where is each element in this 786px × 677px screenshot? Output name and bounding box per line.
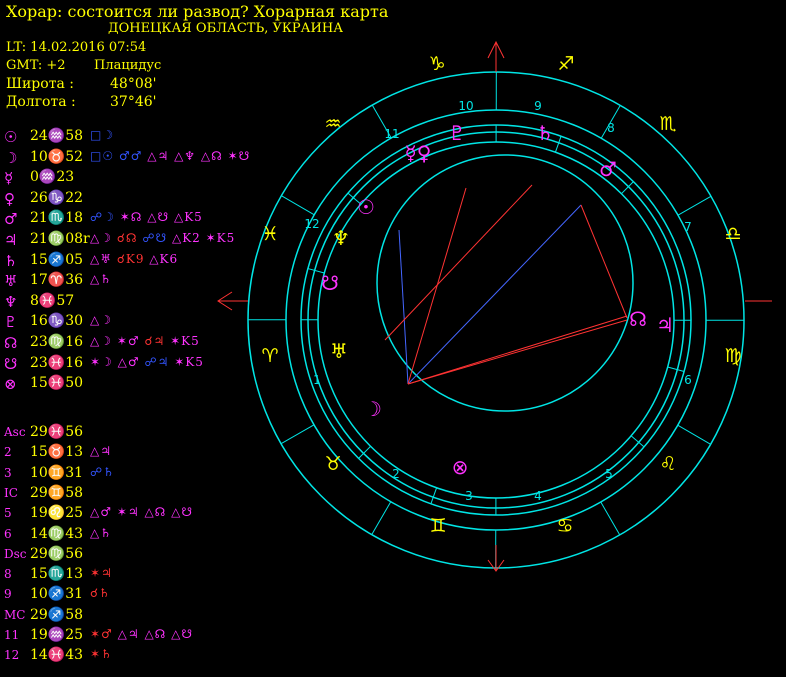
house-number: 3 bbox=[465, 489, 473, 503]
horary-chart-wheel: ♈♉♊ ♋♌♍♎♏♐♑♒♓ 123 456789101112 ☉♆☋♅☽⊗☊ ♃♂♄♇… bbox=[217, 40, 772, 572]
sign-glyph: ♌ bbox=[659, 453, 676, 475]
sign-boundary bbox=[677, 424, 711, 445]
sign-boundary bbox=[281, 195, 315, 216]
house-cusp-tick bbox=[430, 487, 438, 504]
sign-glyph: ♋ bbox=[556, 515, 573, 537]
sign-glyph: ♎ bbox=[724, 223, 741, 245]
sign-glyph: ♍ bbox=[724, 345, 741, 367]
house-cusp-tick bbox=[667, 366, 685, 372]
house-number: 5 bbox=[605, 467, 613, 481]
aspect-line-red-3 bbox=[580, 204, 628, 319]
sign-glyph: ♑ bbox=[428, 53, 445, 75]
sign-boundary bbox=[280, 424, 315, 445]
mars-glyph: ♂ bbox=[599, 157, 617, 181]
sign-glyph: ♈ bbox=[261, 345, 278, 367]
saturn-glyph: ♄ bbox=[536, 121, 554, 145]
sign-glyph: ♐ bbox=[557, 53, 574, 75]
house-number: 12 bbox=[304, 217, 319, 231]
house-number: 6 bbox=[684, 373, 692, 387]
sign-boundary bbox=[677, 195, 712, 216]
moon-glyph: ☽ bbox=[364, 397, 382, 421]
house-cusp-tick bbox=[621, 181, 634, 195]
sign-boundary bbox=[371, 501, 392, 535]
house-number: 4 bbox=[534, 489, 542, 503]
sign-glyph: ♏ bbox=[659, 113, 676, 135]
sign-glyph: ♒ bbox=[324, 113, 341, 135]
neptune-glyph: ♆ bbox=[332, 226, 350, 250]
part-of-fortune-glyph: ⊗ bbox=[452, 455, 469, 479]
house-number: 11 bbox=[384, 127, 399, 141]
house-number: 1 bbox=[313, 373, 321, 387]
house-cusp-tick bbox=[554, 136, 562, 153]
house-number: 2 bbox=[392, 467, 400, 481]
sign-glyph: ♓ bbox=[261, 223, 278, 245]
uranus-glyph: ♅ bbox=[330, 339, 348, 363]
house-number: 10 bbox=[458, 99, 473, 113]
house-cusp-tick bbox=[358, 445, 371, 459]
aspect-line-red-4 bbox=[384, 184, 533, 341]
sign-glyph: ♊ bbox=[429, 515, 446, 537]
house-number: 8 bbox=[607, 121, 615, 135]
mercury-venus-glyph: ☿♀ bbox=[405, 141, 432, 165]
sign-boundary bbox=[600, 501, 621, 536]
sun-glyph: ☉ bbox=[357, 195, 375, 219]
sign-glyph: ♉ bbox=[324, 453, 341, 475]
pluto-glyph: ♇ bbox=[448, 121, 466, 145]
north-node-glyph: ☊ bbox=[629, 307, 647, 331]
house-number: 7 bbox=[684, 220, 692, 234]
south-node-glyph: ☋ bbox=[321, 271, 339, 295]
jupiter-glyph: ♃ bbox=[656, 313, 674, 337]
house-number: 9 bbox=[534, 99, 542, 113]
